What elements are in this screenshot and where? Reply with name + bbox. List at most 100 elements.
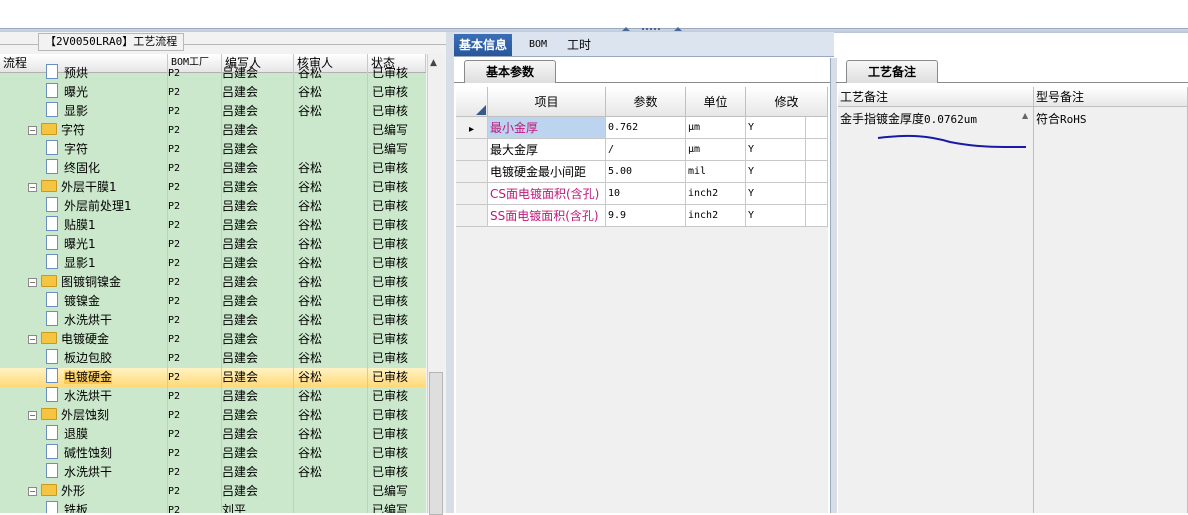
tree-item-row[interactable]: 预烘 P2 吕建会 谷松 已审核: [0, 64, 426, 83]
tree-node-name[interactable]: − 电镀硬金: [28, 330, 168, 349]
scrollbar-thumb[interactable]: [429, 372, 443, 515]
param-value-cell[interactable]: /: [606, 139, 686, 161]
param-item-cell[interactable]: 电镀硬金最小间距: [488, 161, 606, 183]
tree-node-label: 外层蚀刻: [61, 408, 110, 422]
tab-basic-info[interactable]: 基本信息: [454, 34, 513, 56]
basic-params-grid[interactable]: 项目 参数 单位 修改 ▸ 最小金厚 0.762 μm Y 最大金厚 / μm Y 电镀硬金最小间…: [456, 87, 828, 513]
tree-item-row[interactable]: 电镀硬金 P2 吕建会 谷松 已审核: [0, 368, 426, 387]
tree-item-row[interactable]: 碱性蚀刻 P2 吕建会 谷松 已审核: [0, 444, 426, 463]
tree-folder-row[interactable]: − 字符 P2 吕建会 已编写: [0, 121, 426, 140]
tree-folder-row[interactable]: − 外层蚀刻 P2 吕建会 谷松 已审核: [0, 406, 426, 425]
param-unit-cell[interactable]: inch2: [686, 205, 746, 227]
col-header-process-note[interactable]: 工艺备注: [838, 87, 1034, 107]
tree-node-name[interactable]: 曝光: [46, 83, 168, 102]
right-splitter[interactable]: [830, 58, 837, 513]
tree-node-name[interactable]: 退膜: [46, 425, 168, 444]
process-note-cell[interactable]: 金手指镀金厚度0.0762um ▲: [838, 107, 1034, 513]
note-scroll-up-icon[interactable]: ▲: [1022, 111, 1028, 120]
tree-item-row[interactable]: 水洗烘干 P2 吕建会 谷松 已审核: [0, 463, 426, 482]
param-unit-cell[interactable]: inch2: [686, 183, 746, 205]
param-value-cell[interactable]: 0.762: [606, 117, 686, 139]
tree-item-row[interactable]: 曝光 P2 吕建会 谷松 已审核: [0, 83, 426, 102]
row-header[interactable]: ▸: [456, 117, 488, 139]
param-item-cell[interactable]: SS面电镀面积(含孔): [488, 205, 606, 227]
col-header-modify[interactable]: 修改: [746, 87, 828, 117]
process-tree-grid[interactable]: 流程 BOM工厂 编写人 核审人 状态 预烘 P2 吕建会 谷松 已审核 曝光 P2 吕建会谷…: [0, 54, 426, 513]
tree-item-row[interactable]: 贴膜1 P2 吕建会 谷松 已审核: [0, 216, 426, 235]
param-modify-cell[interactable]: Y: [746, 183, 806, 205]
param-unit-cell[interactable]: mil: [686, 161, 746, 183]
row-header[interactable]: [456, 183, 488, 205]
collapse-toggle-icon[interactable]: −: [28, 487, 37, 496]
col-header-item[interactable]: 项目: [488, 87, 606, 117]
tree-item-row[interactable]: 板边包胶 P2 吕建会 谷松 已审核: [0, 349, 426, 368]
row-header[interactable]: [456, 205, 488, 227]
tree-node-name[interactable]: 镀镍金: [46, 292, 168, 311]
tree-node-name[interactable]: 电镀硬金: [46, 368, 168, 387]
tree-node-name[interactable]: 水洗烘干: [46, 311, 168, 330]
tree-item-row[interactable]: 曝光1 P2 吕建会 谷松 已审核: [0, 235, 426, 254]
tree-item-row[interactable]: 外层前处理1 P2 吕建会 谷松 已审核: [0, 197, 426, 216]
tree-node-name[interactable]: 曝光1: [46, 235, 168, 254]
tree-node-name[interactable]: − 外形: [28, 482, 168, 501]
tree-item-row[interactable]: 显影 P2 吕建会 谷松 已审核: [0, 102, 426, 121]
collapse-toggle-icon[interactable]: −: [28, 335, 37, 344]
row-header[interactable]: [456, 139, 488, 161]
param-modify-cell[interactable]: Y: [746, 139, 806, 161]
collapse-toggle-icon[interactable]: −: [28, 278, 37, 287]
tree-item-row[interactable]: 镀镍金 P2 吕建会 谷松 已审核: [0, 292, 426, 311]
param-unit-cell[interactable]: μm: [686, 139, 746, 161]
tree-item-row[interactable]: 铣板 P2 刘平 已编写: [0, 501, 426, 513]
scroll-up-icon[interactable]: ▲: [430, 58, 437, 68]
collapse-toggle-icon[interactable]: −: [28, 411, 37, 420]
param-item-cell[interactable]: 最大金厚: [488, 139, 606, 161]
model-note-cell[interactable]: 符合RoHS: [1034, 107, 1188, 513]
tree-node-name[interactable]: 水洗烘干: [46, 387, 168, 406]
left-splitter[interactable]: [446, 32, 454, 513]
tree-node-name[interactable]: − 图镀铜镍金: [28, 273, 168, 292]
tree-node-name[interactable]: − 外层蚀刻: [28, 406, 168, 425]
col-header-model-note[interactable]: 型号备注: [1034, 87, 1188, 107]
tree-item-row[interactable]: 字符 P2 吕建会 已编写: [0, 140, 426, 159]
tree-item-row[interactable]: 终固化 P2 吕建会 谷松 已审核: [0, 159, 426, 178]
tree-node-name[interactable]: 贴膜1: [46, 216, 168, 235]
param-value-cell[interactable]: 5.00: [606, 161, 686, 183]
tree-node-name[interactable]: − 外层干膜1: [28, 178, 168, 197]
tab-work-hours[interactable]: 工时: [562, 34, 596, 56]
tree-node-name[interactable]: 铣板: [46, 501, 168, 513]
tree-node-name[interactable]: 预烘: [46, 64, 168, 83]
tree-item-row[interactable]: 显影1 P2 吕建会 谷松 已审核: [0, 254, 426, 273]
collapse-toggle-icon[interactable]: −: [28, 183, 37, 192]
tree-folder-row[interactable]: − 图镀铜镍金 P2 吕建会 谷松 已审核: [0, 273, 426, 292]
param-modify-cell[interactable]: Y: [746, 117, 806, 139]
tree-node-name[interactable]: 显影: [46, 102, 168, 121]
row-header[interactable]: [456, 161, 488, 183]
collapse-toggle-icon[interactable]: −: [28, 126, 37, 135]
tree-folder-row[interactable]: − 外层干膜1 P2 吕建会 谷松 已审核: [0, 178, 426, 197]
tree-folder-row[interactable]: − 电镀硬金 P2 吕建会 谷松 已审核: [0, 330, 426, 349]
param-unit-cell[interactable]: μm: [686, 117, 746, 139]
tree-item-row[interactable]: 水洗烘干 P2 吕建会 谷松 已审核: [0, 311, 426, 330]
param-item-cell[interactable]: 最小金厚: [488, 117, 606, 139]
param-modify-cell[interactable]: Y: [746, 205, 806, 227]
col-header-value[interactable]: 参数: [606, 87, 686, 117]
param-value-cell[interactable]: 9.9: [606, 205, 686, 227]
param-value-cell[interactable]: 10: [606, 183, 686, 205]
tree-node-name[interactable]: 碱性蚀刻: [46, 444, 168, 463]
tab-process-remark[interactable]: 工艺备注: [846, 60, 938, 83]
tree-item-row[interactable]: 水洗烘干 P2 吕建会 谷松 已审核: [0, 387, 426, 406]
tab-bom[interactable]: BOM: [524, 34, 552, 56]
param-modify-cell[interactable]: Y: [746, 161, 806, 183]
tree-node-name[interactable]: 外层前处理1: [46, 197, 168, 216]
tree-node-name[interactable]: − 字符: [28, 121, 168, 140]
tree-node-name[interactable]: 板边包胶: [46, 349, 168, 368]
tree-node-name[interactable]: 字符: [46, 140, 168, 159]
tree-node-name[interactable]: 终固化: [46, 159, 168, 178]
tree-node-name[interactable]: 水洗烘干: [46, 463, 168, 482]
tree-item-row[interactable]: 退膜 P2 吕建会 谷松 已审核: [0, 425, 426, 444]
tree-folder-row[interactable]: − 外形 P2 吕建会 已编写: [0, 482, 426, 501]
tree-node-name[interactable]: 显影1: [46, 254, 168, 273]
subtab-basic-params[interactable]: 基本参数: [464, 60, 556, 83]
col-header-unit[interactable]: 单位: [686, 87, 746, 117]
param-item-cell[interactable]: CS面电镀面积(含孔): [488, 183, 606, 205]
